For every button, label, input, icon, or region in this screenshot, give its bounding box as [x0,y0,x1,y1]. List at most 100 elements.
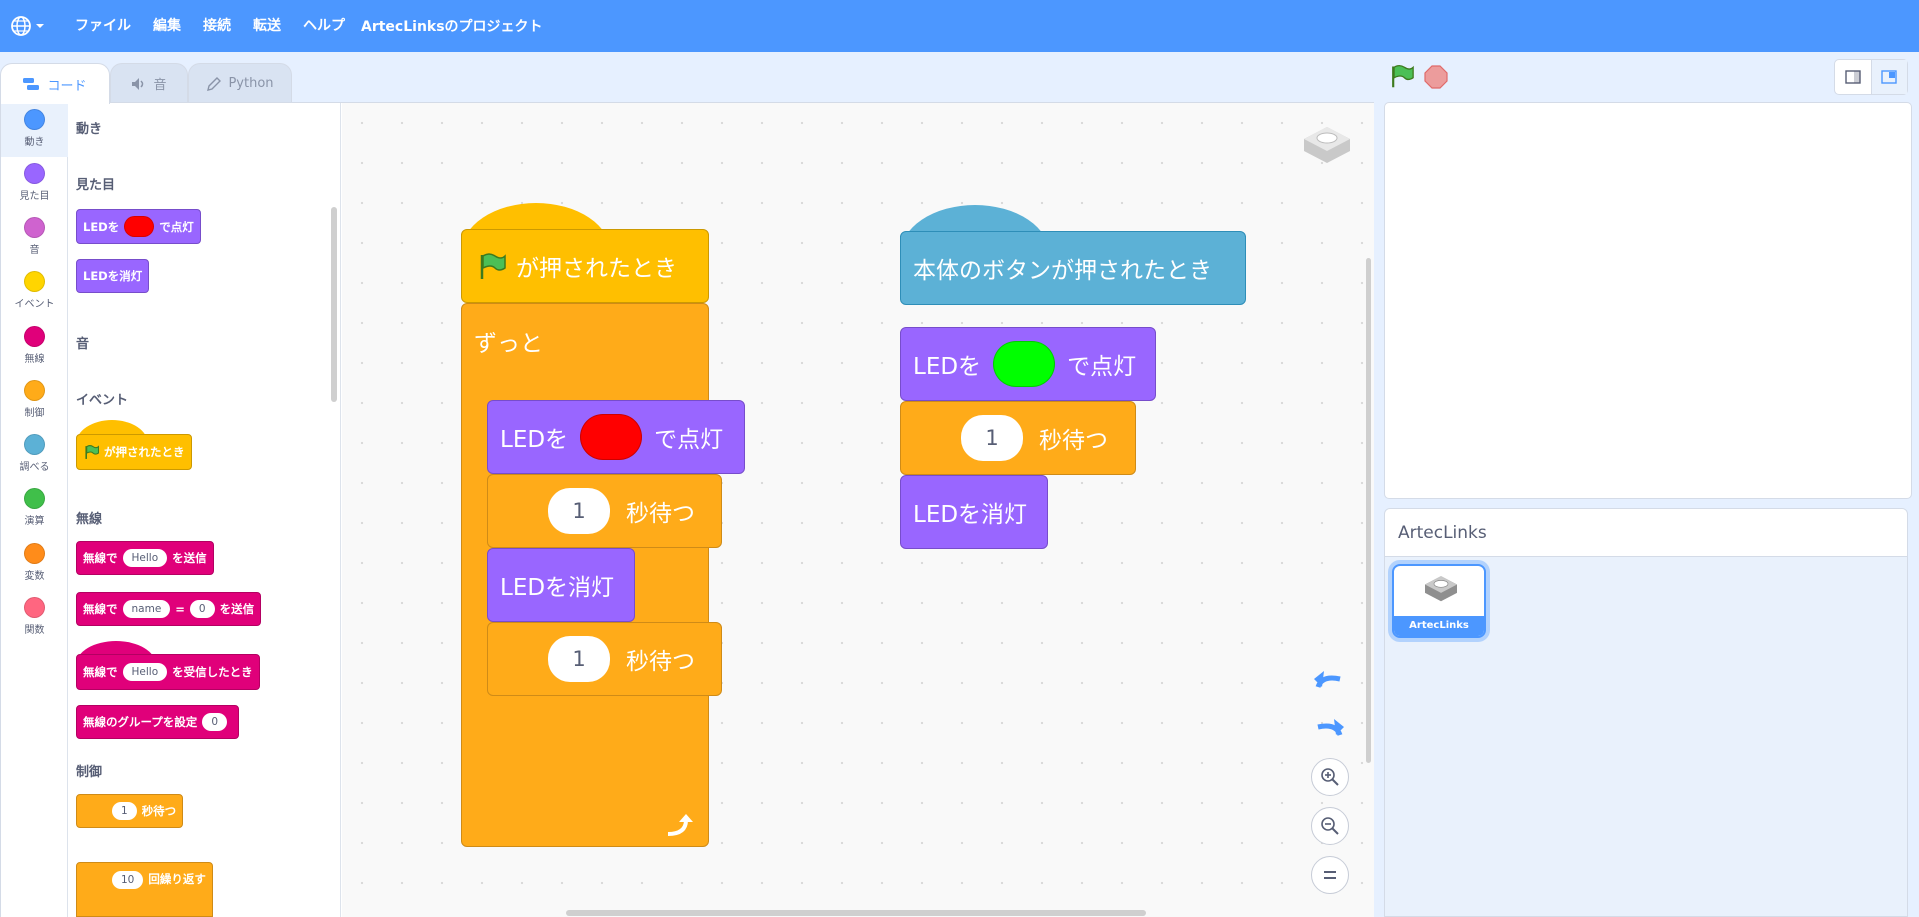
number-input[interactable]: 1 [961,415,1023,461]
category-label: 音 [29,245,40,256]
small-stage-icon [1845,70,1861,84]
category-menu: 動き 見た目 音 イベント 無線 制御 調べる 演算 変数 関数 [1,103,68,917]
menu-transfer[interactable]: 転送 [242,0,292,52]
category-sensing[interactable]: 調べる [1,434,68,473]
menu-help[interactable]: ヘルプ [292,0,356,52]
tab-code[interactable]: コード [0,63,110,104]
palette-when-flag-clicked-block[interactable]: が押されたとき [76,434,192,470]
block-text: 秒待つ [626,501,695,527]
number-input[interactable]: 10 [112,871,144,889]
block-text: を送信 [172,551,207,565]
color-picker-field[interactable] [580,414,643,460]
category-looks[interactable]: 見た目 [1,163,68,202]
number-input[interactable]: 1 [112,802,137,820]
palette-scrollbar[interactable] [331,207,337,402]
palette-led-on-block[interactable]: LEDを で点灯 [76,209,201,244]
menu-file[interactable]: ファイル [64,0,142,52]
workspace-vertical-scrollbar[interactable] [1366,258,1371,763]
text-input[interactable]: Hello [122,549,168,567]
block-text: が押されたとき [104,445,185,459]
language-menu[interactable] [10,15,50,37]
menu-edit[interactable]: 編集 [142,0,192,52]
menu-connect[interactable]: 接続 [192,0,242,52]
palette-section-sound: 音 [76,337,90,352]
script-workspace[interactable]: が押されたとき ずっと LEDを で点灯 1 秒待つ LEDを消灯 1 秒待つ … [342,103,1374,917]
redo-icon[interactable] [1312,717,1346,741]
palette-radio-receive-block[interactable]: 無線で Hello を受信したとき [76,654,260,690]
globe-icon [11,16,31,36]
text-input[interactable]: name [122,600,171,618]
block-text: ずっと [474,331,543,357]
palette-section-looks: 見た目 [76,178,116,193]
wait-block[interactable]: 1 秒待つ [487,474,722,548]
large-stage-icon [1881,70,1898,84]
color-picker-field[interactable] [993,341,1056,387]
category-label: 見た目 [19,191,50,202]
led-off-block[interactable]: LEDを消灯 [900,475,1048,549]
category-events[interactable]: イベント [1,271,68,310]
loop-arrow-icon [667,814,693,836]
block-text: 回繰り返す [148,872,206,886]
block-text: LEDを消灯 [83,269,143,283]
zoom-out-icon [1321,817,1339,835]
category-motion[interactable]: 動き [1,103,68,157]
zoom-reset-button[interactable] [1311,856,1349,894]
led-off-block[interactable]: LEDを消灯 [487,548,635,622]
category-control[interactable]: 制御 [1,380,68,419]
palette-radio-send-block[interactable]: 無線で Hello を送信 [76,541,214,575]
block-text: で点灯 [654,427,724,453]
number-input[interactable]: 0 [202,713,227,731]
category-radio[interactable]: 無線 [1,326,68,365]
category-label: イベント [14,299,55,310]
category-functions[interactable]: 関数 [1,597,68,636]
block-text: で点灯 [159,219,194,234]
block-text: 無線で [83,551,118,565]
block-text: LEDを [83,219,120,234]
wait-block[interactable]: 1 秒待つ [900,401,1136,475]
category-operators[interactable]: 演算 [1,488,68,527]
stop-button[interactable] [1424,65,1448,89]
category-dot [24,163,45,184]
tab-sounds[interactable]: 音 [110,63,188,103]
when-flag-clicked-block[interactable]: が押されたとき [461,229,709,303]
category-label: 調べる [19,462,50,473]
sprite-tile[interactable]: ArtecLinks [1392,564,1486,638]
category-variables[interactable]: 変数 [1,543,68,582]
category-sound[interactable]: 音 [1,217,68,256]
block-text: 無線のグループを設定 [83,715,198,729]
stage[interactable] [1384,102,1912,499]
category-dot [24,109,45,130]
workspace-horizontal-scrollbar[interactable] [566,910,1146,916]
zoom-out-button[interactable] [1311,807,1349,845]
sprite-name: ArtecLinks [1394,616,1484,636]
pencil-icon [207,76,222,91]
block-text: LEDを [913,354,982,380]
tab-python[interactable]: Python [188,63,292,103]
number-input[interactable]: 1 [548,488,610,534]
undo-icon[interactable] [1312,669,1346,693]
category-label: 動き [24,137,45,148]
stage-size-toggle [1834,59,1908,95]
when-button-pressed-block[interactable]: 本体のボタンが押されたとき [900,231,1246,305]
number-input[interactable]: 1 [548,636,610,682]
text-input[interactable]: Hello [122,663,168,681]
led-on-block[interactable]: LEDを で点灯 [900,327,1156,401]
wait-block[interactable]: 1 秒待つ [487,622,722,696]
palette-led-off-block[interactable]: LEDを消灯 [76,259,150,293]
palette-repeat-block[interactable]: 10 回繰り返す [76,862,213,917]
large-stage-button[interactable] [1870,60,1907,94]
block-text: = [175,602,185,616]
tab-sounds-label: 音 [153,78,167,93]
block-text: で点灯 [1067,354,1137,380]
green-flag-button[interactable] [1388,63,1414,89]
palette-radio-group-block[interactable]: 無線のグループを設定 0 [76,705,239,739]
device-icon [1425,576,1457,602]
palette-wait-block[interactable]: 1 秒待つ [76,794,184,828]
number-input[interactable]: 0 [189,600,215,618]
small-stage-button[interactable] [1835,60,1871,94]
led-on-block[interactable]: LEDを で点灯 [487,400,745,474]
palette-radio-send-pair-block[interactable]: 無線で name = 0 を送信 [76,592,262,626]
tab-python-label: Python [228,76,274,91]
zoom-in-button[interactable] [1311,758,1349,796]
block-text: LEDを消灯 [500,575,615,601]
